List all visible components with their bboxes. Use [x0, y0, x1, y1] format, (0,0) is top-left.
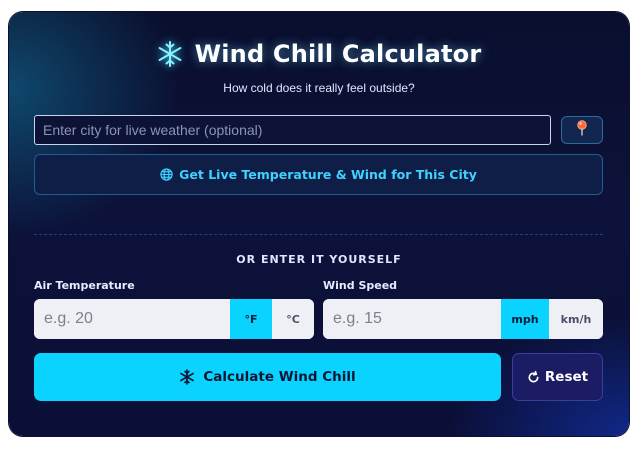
reset-label: Reset: [544, 369, 589, 385]
manual-section-label: OR ENTER IT YOURSELF: [236, 253, 402, 266]
page-subtitle: How cold does it really feel outside?: [223, 81, 415, 95]
temperature-label: Air Temperature: [34, 279, 135, 292]
calculate-label: Calculate Wind Chill: [203, 369, 356, 385]
snowflake-icon: [179, 369, 195, 385]
location-pin-icon: [576, 120, 588, 140]
reset-icon: [527, 370, 540, 384]
temperature-field: °F °C: [34, 299, 314, 339]
calculate-button[interactable]: Calculate Wind Chill: [34, 353, 501, 401]
get-live-weather-label: Get Live Temperature & Wind for This Cit…: [179, 167, 477, 182]
calculator-card: Wind Chill Calculator How cold does it r…: [9, 12, 629, 436]
title-row: Wind Chill Calculator: [9, 40, 629, 68]
wind-speed-label: Wind Speed: [323, 279, 398, 292]
section-divider: [34, 234, 603, 235]
get-live-weather-button[interactable]: Get Live Temperature & Wind for This Cit…: [34, 154, 603, 195]
temperature-input[interactable]: [34, 299, 230, 339]
city-input[interactable]: [34, 115, 551, 145]
page-title: Wind Chill Calculator: [194, 40, 482, 68]
reset-button[interactable]: Reset: [512, 353, 603, 401]
snowflake-icon: [157, 41, 183, 67]
wind-speed-input[interactable]: [323, 299, 501, 339]
locate-button[interactable]: [561, 116, 603, 144]
unit-kmh-button[interactable]: km/h: [549, 299, 603, 339]
unit-mph-button[interactable]: mph: [501, 299, 549, 339]
globe-icon: [160, 168, 173, 181]
unit-fahrenheit-button[interactable]: °F: [230, 299, 272, 339]
unit-celsius-button[interactable]: °C: [272, 299, 314, 339]
wind-speed-field: mph km/h: [323, 299, 603, 339]
